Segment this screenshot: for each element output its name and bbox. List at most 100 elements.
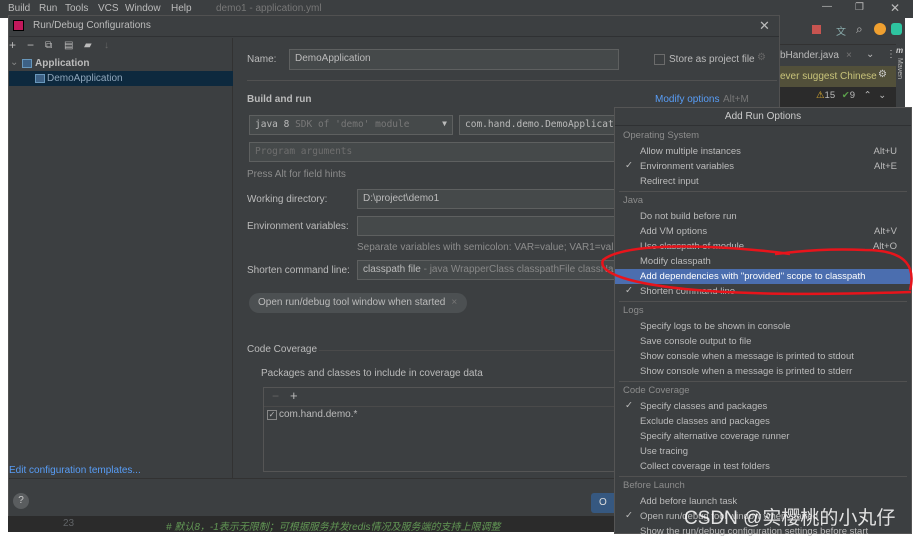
plugin-icon[interactable] xyxy=(891,23,902,35)
menu-item[interactable]: Collect coverage in test folders xyxy=(615,459,911,474)
menu-item[interactable]: Add VM options Alt+V xyxy=(615,224,911,239)
menu-item[interactable]: Allow multiple instances Alt+U xyxy=(615,144,911,159)
sdk-value: java 8 xyxy=(255,119,290,130)
dialog-title: Run/Debug Configurations xyxy=(33,20,151,31)
workdir-input[interactable]: D:\project\demo1 xyxy=(357,189,619,209)
menu-window[interactable]: Window xyxy=(125,3,161,14)
stop-icon[interactable] xyxy=(812,25,821,34)
popup-title: Add Run Options xyxy=(615,108,911,126)
name-input[interactable]: DemoApplication xyxy=(289,49,619,70)
application-icon xyxy=(35,74,45,83)
close-icon[interactable]: ✕ xyxy=(759,18,770,34)
main-class-value: com.hand.demo.DemoApplication xyxy=(465,119,619,130)
menu-item[interactable]: Redirect input xyxy=(615,174,911,189)
menu-item[interactable]: Use tracing xyxy=(615,444,911,459)
restore-icon[interactable]: ❐ xyxy=(855,2,864,13)
remove-chip-icon[interactable]: × xyxy=(451,297,457,308)
open-tool-window-chip[interactable]: Open run/debug tool window when started × xyxy=(249,293,467,313)
divider xyxy=(619,476,907,477)
dialog-title-bar: Run/Debug Configurations ✕ xyxy=(9,16,779,37)
arrow-down-icon[interactable]: ⌄ xyxy=(878,90,886,101)
intellij-logo-icon xyxy=(13,20,24,31)
menu-item[interactable]: Specify alternative coverage runner xyxy=(615,429,911,444)
section-header: Code Coverage xyxy=(623,385,690,396)
menu-item[interactable]: Do not build before run xyxy=(615,209,911,224)
folder-icon[interactable]: ▰ xyxy=(84,40,92,51)
editor-tab[interactable]: bHander.java × ⌄ ⋮ xyxy=(780,44,896,66)
update-icon[interactable] xyxy=(874,23,886,35)
check-icon: ✔ xyxy=(841,90,850,101)
save-icon[interactable]: ▤ xyxy=(64,40,73,51)
search-icon[interactable]: ⌕ xyxy=(856,22,863,37)
modify-shortcut: Alt+M xyxy=(723,94,749,105)
chip-label: Open run/debug tool window when started xyxy=(258,297,446,308)
coverage-item-checkbox[interactable]: ✓ xyxy=(267,410,277,420)
menu-item[interactable]: Show console when a message is printed t… xyxy=(615,364,911,379)
menu-item[interactable]: Exclude classes and packages xyxy=(615,414,911,429)
tree-item-application[interactable]: ⌄ Application xyxy=(9,56,233,71)
maven-label[interactable]: Maven xyxy=(896,58,903,79)
program-arguments-input[interactable]: Program arguments xyxy=(249,142,619,162)
field-hint: Press Alt for field hints xyxy=(247,169,346,180)
main-class-input[interactable]: com.hand.demo.DemoApplication xyxy=(459,115,619,135)
menu-item[interactable]: Show console when a message is printed t… xyxy=(615,349,911,364)
check-icon: ✓ xyxy=(625,510,633,521)
inspection-widget[interactable]: ⚠15 ✔9 ⌃ ⌄ xyxy=(816,90,886,101)
sort-icon[interactable]: ↓ xyxy=(104,40,109,51)
workdir-value: D:\project\demo1 xyxy=(363,193,440,204)
gear-icon[interactable]: ⚙ xyxy=(757,52,766,63)
shorten-select[interactable]: classpath file - java WrapperClass class… xyxy=(357,260,619,280)
config-tree-panel: + − ⧉ ▤ ▰ ↓ ⌄ Application DemoApplicatio… xyxy=(9,38,233,478)
menu-item[interactable]: Save console output to file xyxy=(615,334,911,349)
banner-link[interactable]: ever suggest Chinese xyxy=(780,71,877,82)
sdk-select[interactable]: java 8 SDK of 'demo' module ▼ xyxy=(249,115,453,135)
coverage-heading: Code Coverage xyxy=(247,344,318,355)
check-icon: ✓ xyxy=(625,160,633,171)
maven-icon: m xyxy=(896,46,904,55)
menu-item-label: Redirect input xyxy=(640,176,699,187)
more-icon[interactable]: ⋮ xyxy=(886,49,896,60)
copy-icon[interactable]: ⧉ xyxy=(45,40,52,51)
dropdown-arrow-icon: ▼ xyxy=(442,119,447,128)
translate-icon[interactable]: 文 xyxy=(836,23,846,38)
expand-icon[interactable]: ⌄ xyxy=(10,57,18,68)
add-icon[interactable]: + xyxy=(9,38,16,52)
language-banner: ever suggest Chinese ⚙ xyxy=(780,66,896,87)
menu-item[interactable]: ✓ Environment variables Alt+E xyxy=(615,159,911,174)
menu-item-label: Add VM options xyxy=(640,226,708,237)
application-icon xyxy=(22,59,32,68)
modify-options-link[interactable]: Modify options xyxy=(655,94,719,105)
edit-templates-link[interactable]: Edit configuration templates... xyxy=(9,465,141,476)
red-annotation-ellipse xyxy=(601,245,913,296)
arrow-up-icon[interactable]: ⌃ xyxy=(864,90,872,101)
tree-item-demoapplication[interactable]: DemoApplication xyxy=(9,71,233,86)
add-icon[interactable]: + xyxy=(290,388,298,403)
close-tab-icon[interactable]: × xyxy=(846,50,852,61)
close-window-icon[interactable]: ✕ xyxy=(890,1,900,15)
chevron-down-icon[interactable]: ⌄ xyxy=(866,49,874,60)
menu-item-shortcut: Alt+V xyxy=(874,226,897,237)
remove-icon[interactable]: − xyxy=(272,389,279,403)
check-icon: ✓ xyxy=(625,400,633,411)
shorten-value: classpath file xyxy=(363,264,421,275)
menu-item[interactable]: ✓ Specify classes and packages xyxy=(615,399,911,414)
menu-item-shortcut: Alt+U xyxy=(873,146,898,157)
menu-item-label: Specify logs to be shown in console xyxy=(640,321,791,332)
divider xyxy=(619,381,907,382)
menu-run[interactable]: Run xyxy=(39,3,57,14)
divider xyxy=(264,406,622,407)
divider xyxy=(319,350,619,351)
menu-vcs[interactable]: VCS xyxy=(98,3,119,14)
name-value: DemoApplication xyxy=(295,53,371,64)
menu-item[interactable]: Specify logs to be shown in console xyxy=(615,319,911,334)
gear-icon[interactable]: ⚙ xyxy=(878,69,887,80)
remove-icon[interactable]: − xyxy=(27,38,34,52)
menu-help[interactable]: Help xyxy=(171,3,192,14)
minimize-icon[interactable]: — xyxy=(822,1,832,12)
menu-tools[interactable]: Tools xyxy=(65,3,88,14)
help-icon[interactable]: ? xyxy=(13,493,29,509)
env-input[interactable] xyxy=(357,216,619,236)
menu-build[interactable]: Build xyxy=(8,3,30,14)
store-checkbox[interactable] xyxy=(654,54,665,65)
store-label[interactable]: Store as project file xyxy=(669,54,755,65)
